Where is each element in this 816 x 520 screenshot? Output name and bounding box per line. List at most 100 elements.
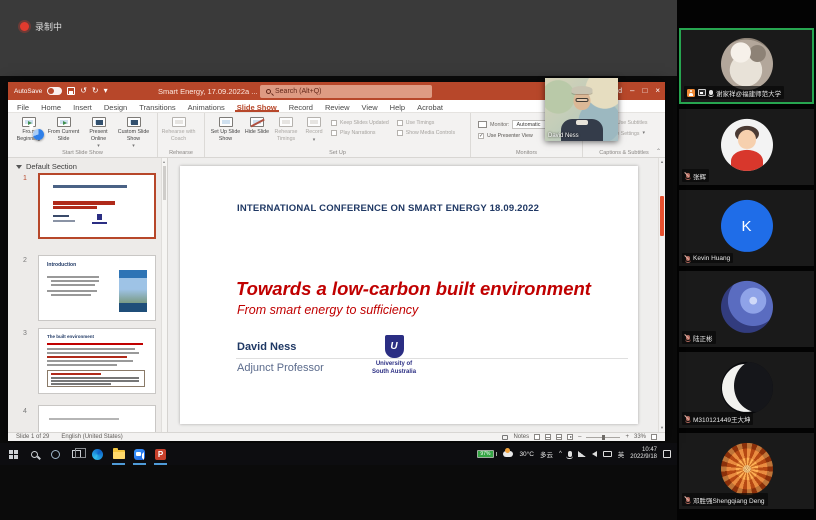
clock[interactable]: 10:472022/9/18: [630, 447, 657, 462]
slide-show-view-button[interactable]: [567, 434, 573, 440]
tab-home[interactable]: Home: [35, 100, 67, 112]
tab-record[interactable]: Record: [283, 100, 319, 112]
zoom-percentage[interactable]: 33%: [634, 434, 646, 440]
thumbnail-scrollbar[interactable]: [161, 158, 167, 432]
thumb-slide3-title: The built environment: [47, 334, 94, 339]
show-media-controls-checkbox[interactable]: Show Media Controls: [397, 130, 455, 136]
set-up-slide-show-button[interactable]: Set Up Slide Show: [208, 115, 243, 142]
tab-slide-show[interactable]: Slide Show: [231, 100, 283, 112]
zoom-in-button[interactable]: +: [625, 434, 629, 440]
tab-help[interactable]: Help: [384, 100, 411, 112]
slide-scrollbar[interactable]: ▴ ▾: [658, 158, 665, 432]
cortana-icon: [51, 450, 60, 459]
tray-expand-icon[interactable]: ^: [559, 451, 562, 457]
action-center-button[interactable]: [663, 450, 671, 458]
slide-title[interactable]: Towards a low-carbon built environment: [236, 278, 591, 300]
slide-sorter-view-button[interactable]: [545, 434, 551, 440]
file-explorer-button[interactable]: [108, 443, 129, 465]
normal-view-button[interactable]: [534, 434, 540, 440]
qat-caret-icon[interactable]: ▾: [104, 87, 108, 95]
slide-thumbnail-2[interactable]: Introduction: [38, 255, 156, 321]
slide-thumbnail-1[interactable]: [38, 173, 156, 239]
participant-tile-4[interactable]: 陆正彬: [679, 271, 814, 347]
temperature-label[interactable]: 30°C: [519, 451, 534, 458]
tab-insert[interactable]: Insert: [67, 100, 98, 112]
keep-slides-updated-checkbox[interactable]: Keep Slides Updated: [331, 120, 389, 126]
participant-tile-5[interactable]: M310121449王大坤: [679, 352, 814, 428]
mic-tray-icon[interactable]: [568, 451, 572, 457]
network-icon[interactable]: [578, 451, 586, 457]
checkbox-icon: [397, 120, 403, 126]
minimize-button[interactable]: –: [630, 87, 634, 95]
rehearse-with-coach-button[interactable]: Rehearse with Coach: [161, 115, 196, 142]
slide-subtitle[interactable]: From smart energy to sufficiency: [237, 303, 418, 317]
notes-button[interactable]: Notes: [513, 434, 529, 440]
edge-button[interactable]: [87, 443, 108, 465]
rehearse-timings-button[interactable]: Rehearse Timings: [271, 115, 301, 142]
participant-tile-2[interactable]: 张辉: [679, 109, 814, 185]
presenter-collar: [576, 120, 588, 125]
tab-review[interactable]: Review: [319, 100, 356, 112]
undo-icon[interactable]: ↺: [80, 87, 87, 95]
tab-transitions[interactable]: Transitions: [133, 100, 181, 112]
play-narrations-checkbox[interactable]: Play Narrations: [331, 130, 389, 136]
keyboard-icon[interactable]: [603, 451, 612, 457]
tab-design[interactable]: Design: [98, 100, 133, 112]
use-timings-checkbox[interactable]: Use Timings: [397, 120, 455, 126]
slide-kicker[interactable]: INTERNATIONAL CONFERENCE ON SMART ENERGY…: [237, 203, 539, 214]
slide-thumbnail-3[interactable]: The built environment: [38, 328, 156, 394]
webcam-overlay[interactable]: David Ness: [545, 78, 618, 141]
tab-view[interactable]: View: [356, 100, 384, 112]
tab-file[interactable]: File: [11, 100, 35, 112]
taskbar-search-button[interactable]: [24, 443, 45, 465]
reading-view-button[interactable]: [556, 434, 562, 440]
fit-slide-button[interactable]: [651, 434, 657, 440]
slide-thumbnail-4[interactable]: [38, 405, 156, 432]
tab-acrobat[interactable]: Acrobat: [411, 100, 449, 112]
custom-slide-show-button[interactable]: Custom Slide Show▾: [116, 115, 151, 149]
zoom-slider[interactable]: [586, 437, 620, 438]
save-icon[interactable]: [67, 87, 75, 95]
participant-tile-1[interactable]: 谢家祥@福建师范大学: [679, 28, 814, 104]
record-button[interactable]: Record▾: [301, 115, 327, 143]
maximize-button[interactable]: □: [642, 87, 647, 95]
custom-show-icon: [127, 117, 141, 127]
hide-slide-button[interactable]: Hide Slide: [243, 115, 271, 136]
meeting-app-button[interactable]: [129, 443, 150, 465]
weather-label[interactable]: 多云: [540, 449, 553, 459]
zoom-out-button[interactable]: –: [578, 434, 581, 440]
volume-icon[interactable]: [592, 451, 597, 457]
ime-indicator[interactable]: 英: [618, 449, 625, 459]
section-header[interactable]: Default Section: [8, 158, 167, 171]
unisa-logo: U University ofSouth Australia: [365, 335, 423, 376]
windows-logo-icon: [9, 450, 18, 459]
slide-canvas[interactable]: INTERNATIONAL CONFERENCE ON SMART ENERGY…: [180, 166, 638, 424]
group-label: Rehearse: [158, 150, 204, 156]
battery-indicator[interactable]: 97%: [477, 450, 498, 458]
autosave-toggle[interactable]: [47, 87, 62, 95]
participant-tile-6[interactable]: 邓胜强Shengqiang Deng: [679, 433, 814, 509]
mic-muted-icon: [686, 173, 690, 178]
start-button[interactable]: [3, 443, 24, 465]
tab-animations[interactable]: Animations: [182, 100, 231, 112]
scroll-up-icon[interactable]: ▴: [659, 159, 665, 165]
participant-name-badge: Kevin Huang: [682, 253, 733, 263]
powerpoint-button[interactable]: P: [150, 443, 171, 465]
status-language[interactable]: English (United States): [61, 434, 122, 440]
scroll-down-icon[interactable]: ▾: [659, 425, 665, 431]
document-title: Smart Energy, 17.09.2022a ...: [158, 82, 258, 100]
search-icon: [266, 89, 271, 94]
close-button[interactable]: ×: [655, 87, 660, 95]
from-current-slide-button[interactable]: From Current Slide: [46, 115, 81, 142]
ribbon-collapse-icon[interactable]: ⌃: [656, 148, 661, 155]
cortana-button[interactable]: [45, 443, 66, 465]
slide-scrollbar-thumb[interactable]: [660, 196, 664, 236]
search-input[interactable]: Search (Alt+Q): [260, 85, 432, 98]
present-online-button[interactable]: Present Online▾: [81, 115, 116, 149]
task-view-button[interactable]: [66, 443, 87, 465]
zoom-slider-thumb[interactable]: [602, 435, 605, 440]
slide-author[interactable]: David Ness: [237, 341, 296, 353]
slide-author-role[interactable]: Adjunct Professor: [237, 362, 324, 374]
redo-icon[interactable]: ↻: [92, 87, 99, 95]
participant-tile-3[interactable]: K Kevin Huang: [679, 190, 814, 266]
